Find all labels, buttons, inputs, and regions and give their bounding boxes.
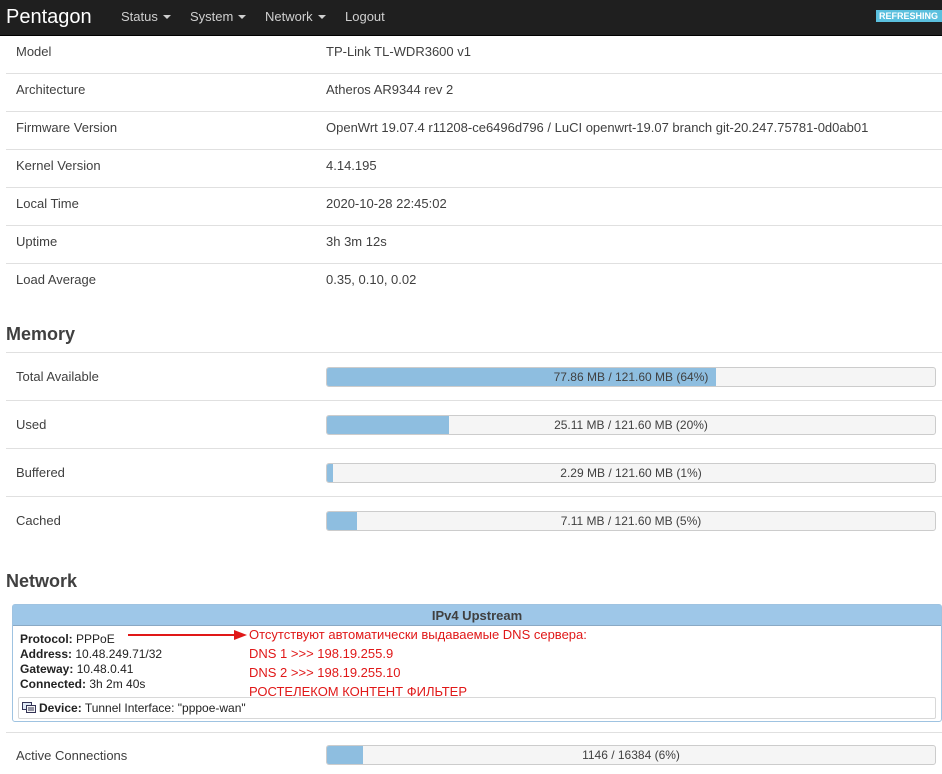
bar-text: 77.86 MB / 121.60 MB (64%) [553, 370, 709, 384]
annotation-line-1: Отсутствуют автоматически выдаваемые DNS… [249, 627, 587, 642]
annotation-line-3: DNS 2 >>> 198.19.255.10 [249, 665, 401, 680]
address-label: Address: [20, 647, 73, 661]
system-row-model: Model TP-Link TL-WDR3600 v1 [6, 36, 942, 74]
system-key: Model [16, 44, 52, 59]
system-row-kernel: Kernel Version 4.14.195 [6, 150, 942, 188]
upstream-connected: Connected: 3h 2m 40s [20, 677, 145, 692]
brand-logo[interactable]: Pentagon [6, 4, 92, 30]
address-value: 10.48.249.71/32 [75, 647, 163, 661]
device-line: Device: Tunnel Interface: "pppoe-wan" [39, 701, 246, 716]
system-row-firmware: Firmware Version OpenWrt 19.07.4 r11208-… [6, 112, 942, 150]
top-navbar: Pentagon Status System Network Logout RE… [0, 0, 942, 36]
system-key: Uptime [16, 234, 58, 249]
bar-text: 1146 / 16384 (6%) [582, 748, 680, 762]
annotation-line-4: РОСТЕЛЕКОМ КОНТЕНТ ФИЛЬТЕР [249, 684, 467, 699]
system-value: TP-Link TL-WDR3600 v1 [326, 44, 471, 59]
system-value: Atheros AR9344 rev 2 [326, 82, 454, 97]
chevron-down-icon [238, 15, 247, 19]
system-row-architecture: Architecture Atheros AR9344 rev 2 [6, 74, 942, 112]
menu-system-label: System [190, 9, 234, 24]
system-key: Architecture [16, 82, 86, 97]
network-device-icon [22, 702, 36, 713]
protocol-value: PPPoE [76, 632, 115, 646]
memory-key: Buffered [16, 465, 65, 480]
system-row-uptime: Uptime 3h 3m 12s [6, 226, 942, 264]
upstream-protocol: Protocol: PPPoE [20, 632, 115, 647]
system-row-load-average: Load Average 0.35, 0.10, 0.02 [6, 264, 942, 302]
system-key: Firmware Version [16, 120, 118, 135]
menu-status-label: Status [121, 9, 158, 24]
memory-used-bar: 25.11 MB / 121.60 MB (20%) [326, 415, 936, 435]
connected-value: 3h 2m 40s [89, 677, 146, 691]
arrow-right-icon [128, 630, 247, 640]
connected-label: Connected: [20, 677, 86, 691]
active-connections-key: Active Connections [16, 748, 128, 763]
bar-text: 2.29 MB / 121.60 MB (1%) [560, 466, 702, 480]
menu-network[interactable]: Network [265, 9, 326, 25]
gateway-value: 10.48.0.41 [76, 662, 134, 676]
chevron-down-icon [162, 15, 171, 19]
system-row-local-time: Local Time 2020-10-28 22:45:02 [6, 188, 942, 226]
menu-network-label: Network [265, 9, 313, 24]
device-label: Device: [39, 701, 82, 715]
gateway-label: Gateway: [20, 662, 74, 676]
memory-cached-bar: 7.11 MB / 121.60 MB (5%) [326, 511, 936, 531]
memory-key: Used [16, 417, 47, 432]
memory-total-bar: 77.86 MB / 121.60 MB (64%) [326, 367, 936, 387]
system-value: 2020-10-28 22:45:02 [326, 196, 447, 211]
device-value: Tunnel Interface: "pppoe-wan" [84, 701, 246, 715]
upstream-gateway: Gateway: 10.48.0.41 [20, 662, 133, 677]
memory-buffered-bar: 2.29 MB / 121.60 MB (1%) [326, 463, 936, 483]
active-connections-bar: 1146 / 16384 (6%) [326, 745, 936, 765]
system-value: 3h 3m 12s [326, 234, 387, 249]
memory-key: Total Available [16, 369, 99, 384]
refreshing-badge[interactable]: REFRESHING [876, 10, 942, 22]
system-key: Local Time [16, 196, 79, 211]
bar-text: 7.11 MB / 121.60 MB (5%) [560, 514, 702, 528]
chevron-down-icon [317, 15, 326, 19]
upstream-address: Address: 10.48.249.71/32 [20, 647, 162, 662]
memory-key: Cached [16, 513, 61, 528]
device-box[interactable]: Device: Tunnel Interface: "pppoe-wan" [18, 697, 936, 719]
ipv4-upstream-title: IPv4 Upstream [13, 605, 941, 626]
network-heading: Network [6, 571, 78, 591]
system-key: Load Average [16, 272, 96, 287]
menu-status[interactable]: Status [121, 9, 171, 25]
bar-text: 25.11 MB / 121.60 MB (20%) [554, 418, 708, 432]
ipv4-upstream-box: IPv4 Upstream Protocol: PPPoE Address: 1… [12, 604, 942, 722]
menu-system[interactable]: System [190, 9, 247, 25]
memory-heading: Memory [6, 324, 76, 344]
system-value: OpenWrt 19.07.4 r11208-ce6496d796 / LuCI… [326, 120, 869, 135]
system-value: 0.35, 0.10, 0.02 [326, 272, 417, 287]
system-value: 4.14.195 [326, 158, 377, 173]
system-key: Kernel Version [16, 158, 101, 173]
annotation-line-2: DNS 1 >>> 198.19.255.9 [249, 646, 394, 661]
menu-logout[interactable]: Logout [345, 9, 385, 25]
protocol-label: Protocol: [20, 632, 73, 646]
